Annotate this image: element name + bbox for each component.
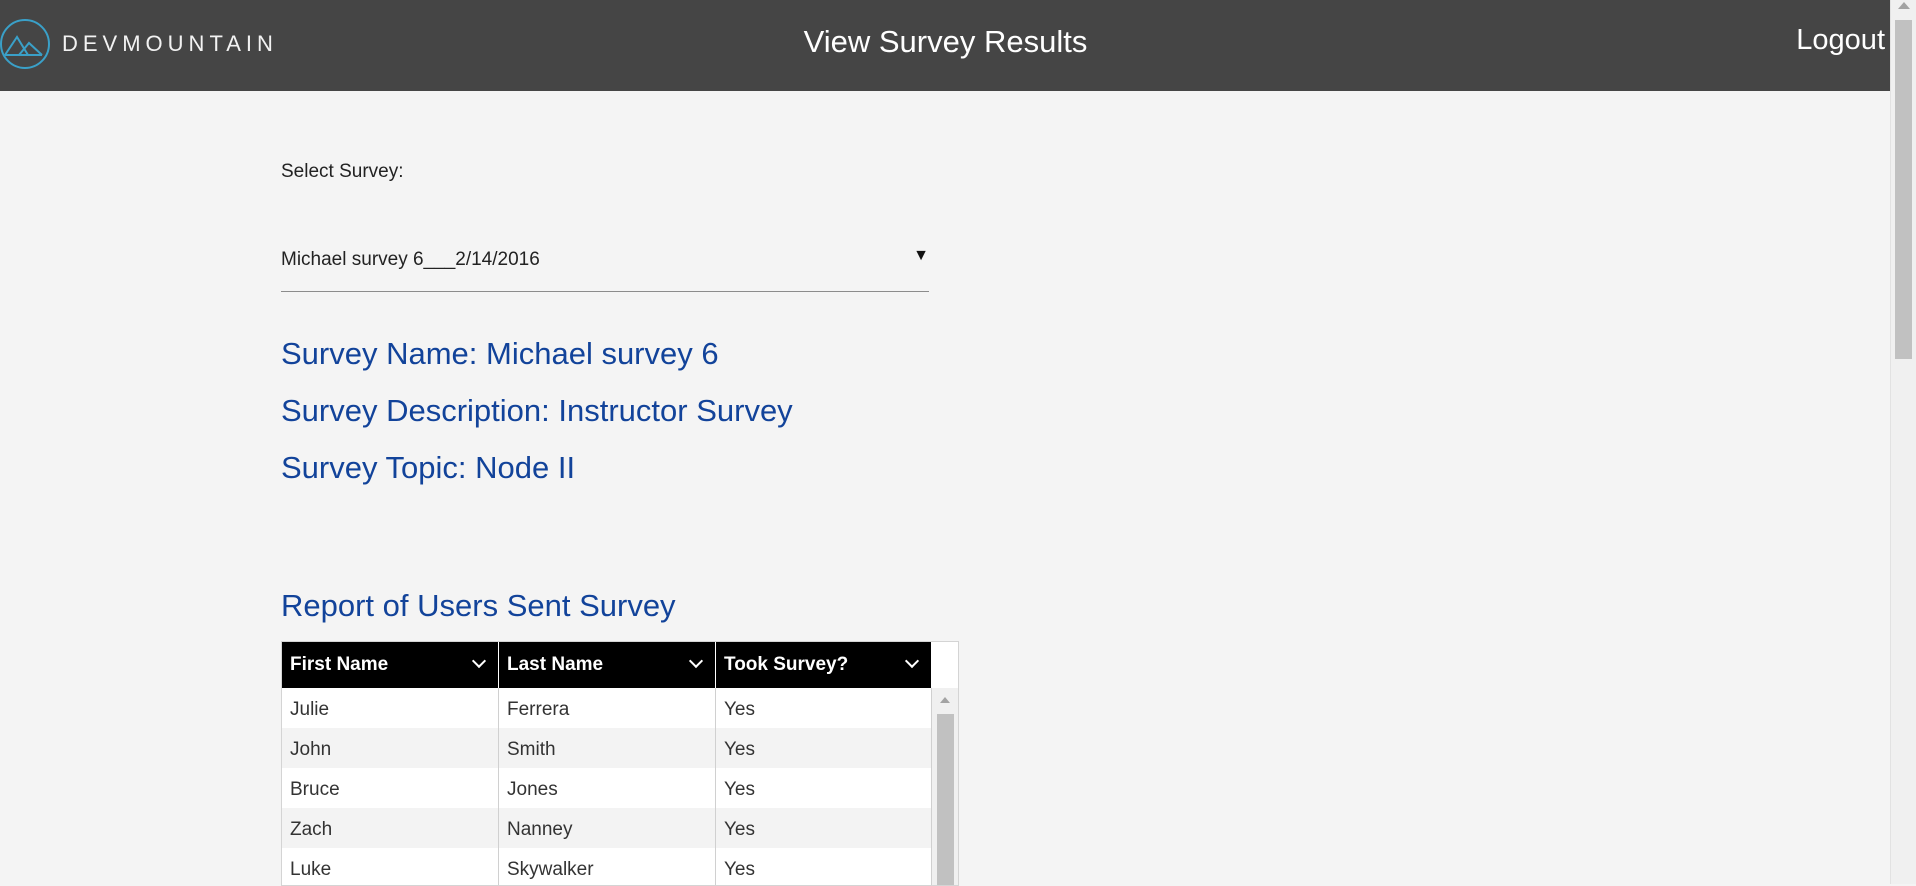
cell-took-survey: Yes	[716, 768, 932, 808]
table-row[interactable]: Luke Skywalker Yes	[282, 848, 932, 885]
cell-last-name: Skywalker	[499, 848, 716, 885]
cell-first-name: Zach	[282, 808, 499, 848]
column-header-label: Took Survey?	[724, 654, 849, 675]
grid-body: Julie Ferrera Yes John Smith Yes Bruce J…	[282, 688, 932, 885]
select-survey-label: Select Survey:	[281, 161, 404, 182]
scroll-up-arrow-icon[interactable]	[1898, 2, 1910, 9]
table-row[interactable]: Bruce Jones Yes	[282, 768, 932, 808]
column-header-label: First Name	[290, 654, 389, 675]
cell-first-name: Luke	[282, 848, 499, 885]
cell-took-survey: Yes	[716, 848, 932, 885]
chevron-down-icon[interactable]	[688, 653, 704, 669]
report-title: Report of Users Sent Survey	[281, 588, 676, 623]
column-header-took-survey[interactable]: Took Survey?	[716, 642, 932, 688]
cell-first-name: Bruce	[282, 768, 499, 808]
survey-name: Survey Name: Michael survey 6	[281, 336, 719, 371]
column-header-first-name[interactable]: First Name	[282, 642, 499, 688]
page-title: View Survey Results	[803, 24, 1088, 59]
cell-last-name: Ferrera	[499, 688, 716, 728]
cell-took-survey: Yes	[716, 808, 932, 848]
survey-description: Survey Description: Instructor Survey	[281, 393, 793, 428]
cell-last-name: Jones	[499, 768, 716, 808]
cell-first-name: Julie	[282, 688, 499, 728]
table-row[interactable]: Julie Ferrera Yes	[282, 688, 932, 728]
logout-button[interactable]: Logout	[1796, 24, 1885, 57]
grid-header: First Name Last Name Took Survey?	[282, 642, 958, 688]
cell-last-name: Smith	[499, 728, 716, 768]
scrollbar-thumb[interactable]	[1895, 20, 1912, 359]
table-row[interactable]: John Smith Yes	[282, 728, 932, 768]
survey-topic: Survey Topic: Node II	[281, 450, 576, 485]
cell-first-name: John	[282, 728, 499, 768]
survey-select-dropdown[interactable]: Michael survey 6___2/14/2016 ▼	[281, 245, 929, 292]
survey-select-value: Michael survey 6___2/14/2016	[281, 249, 540, 270]
scroll-up-arrow-icon[interactable]	[940, 697, 950, 703]
cell-took-survey: Yes	[716, 688, 932, 728]
top-navbar: DEVMOUNTAIN View Survey Results Logout	[0, 0, 1891, 91]
page-scrollbar[interactable]	[1890, 0, 1916, 884]
chevron-down-icon[interactable]	[904, 653, 920, 669]
column-header-last-name[interactable]: Last Name	[499, 642, 716, 688]
caret-down-icon: ▼	[913, 247, 929, 264]
header-spacer	[932, 642, 958, 688]
chevron-down-icon[interactable]	[471, 653, 487, 669]
users-grid: First Name Last Name Took Survey? Julie …	[281, 641, 959, 886]
grid-scrollbar-thumb[interactable]	[937, 714, 954, 885]
cell-took-survey: Yes	[716, 728, 932, 768]
grid-scrollbar[interactable]	[932, 688, 958, 885]
table-row[interactable]: Zach Nanney Yes	[282, 808, 932, 848]
cell-last-name: Nanney	[499, 808, 716, 848]
column-header-label: Last Name	[507, 654, 604, 675]
